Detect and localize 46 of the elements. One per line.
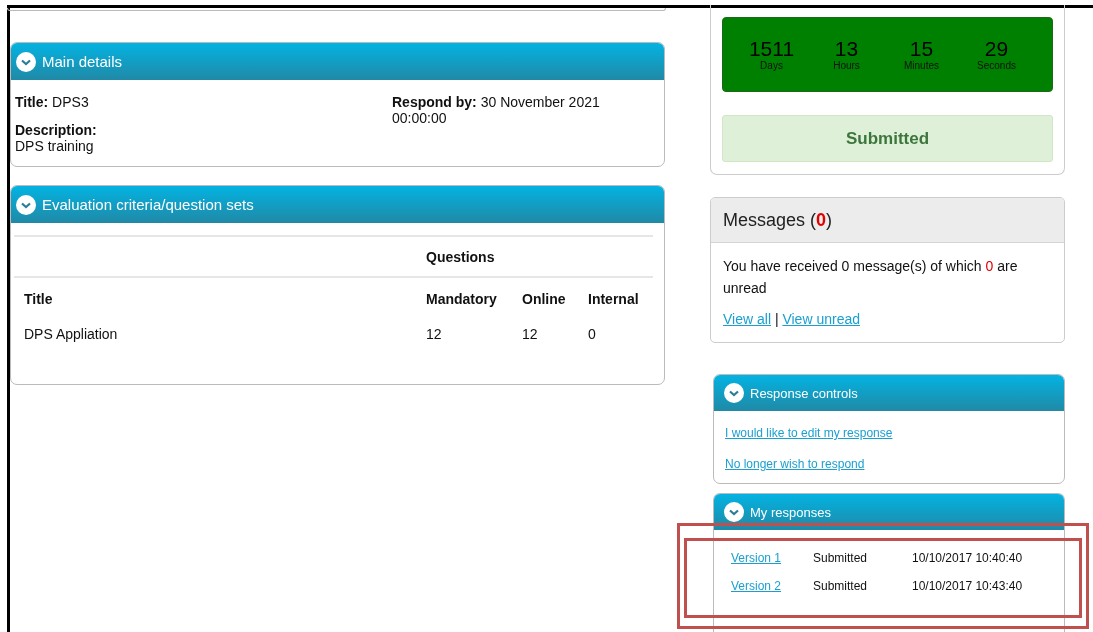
chevron-down-icon[interactable] — [724, 502, 744, 522]
description-field: Description: DPS training — [15, 122, 392, 154]
countdown-unit: Hours — [833, 60, 860, 71]
response-date: 10/10/2017 10:40:40 — [912, 551, 1024, 565]
table-cell-text: 0 — [588, 326, 597, 342]
response-status: Submitted — [813, 551, 869, 565]
panel-title: Evaluation criteria/question sets — [42, 196, 254, 213]
countdown-value: 13 — [834, 38, 859, 60]
countdown-unit: Seconds — [977, 60, 1016, 71]
panel-header[interactable]: Response controls — [714, 375, 1064, 411]
messages-summary: You have received 0 message(s) of which 0 are unread — [723, 257, 1019, 298]
column-group-heading: Questions — [426, 248, 496, 265]
panel-title: Main details — [42, 53, 123, 70]
view-all-link[interactable]: View all — [723, 311, 771, 327]
response-link[interactable]: No longer wish to respond — [725, 457, 865, 471]
messages-title: Messages (0) — [723, 209, 833, 231]
panel-title: My responses — [750, 504, 831, 520]
status-banner: Submitted — [722, 115, 1053, 162]
table-cell-text: 12 — [522, 326, 539, 342]
panel-header[interactable]: Evaluation criteria/question sets — [11, 186, 664, 223]
response-status: Submitted — [813, 579, 869, 593]
panel-header[interactable]: My responses — [714, 494, 1064, 530]
response-link[interactable]: I would like to edit my response — [725, 426, 893, 440]
countdown-value: 29 — [984, 38, 1009, 60]
version-link[interactable]: Version 1 — [731, 551, 782, 565]
link-separator: | — [774, 311, 779, 327]
countdown-unit: Minutes — [904, 60, 939, 71]
title-field: Title: DPS3 — [15, 94, 392, 110]
chevron-down-icon[interactable] — [16, 51, 36, 72]
countdown-unit: Days — [760, 60, 783, 71]
response-date: 10/10/2017 10:43:40 — [912, 579, 1024, 593]
view-unread-link[interactable]: View unread — [782, 311, 860, 327]
column-heading: Internal — [588, 291, 640, 307]
table-cell-text: 12 — [426, 326, 443, 342]
panel-header[interactable]: Main details — [11, 43, 664, 80]
version-link[interactable]: Version 2 — [731, 579, 782, 593]
countdown-value: 1511 — [748, 38, 795, 60]
column-heading: Online — [522, 291, 567, 307]
table-cell-text: DPS Appliation — [24, 326, 119, 342]
column-heading: Title — [24, 291, 54, 307]
panel-title: Response controls — [750, 385, 858, 401]
column-heading: Mandatory — [426, 291, 498, 307]
chevron-down-icon[interactable] — [16, 194, 36, 215]
countdown-value: 15 — [909, 38, 934, 60]
chevron-down-icon[interactable] — [724, 383, 744, 403]
respond-by-field: Respond by: 30 November 2021 00:00:00 — [392, 94, 632, 154]
